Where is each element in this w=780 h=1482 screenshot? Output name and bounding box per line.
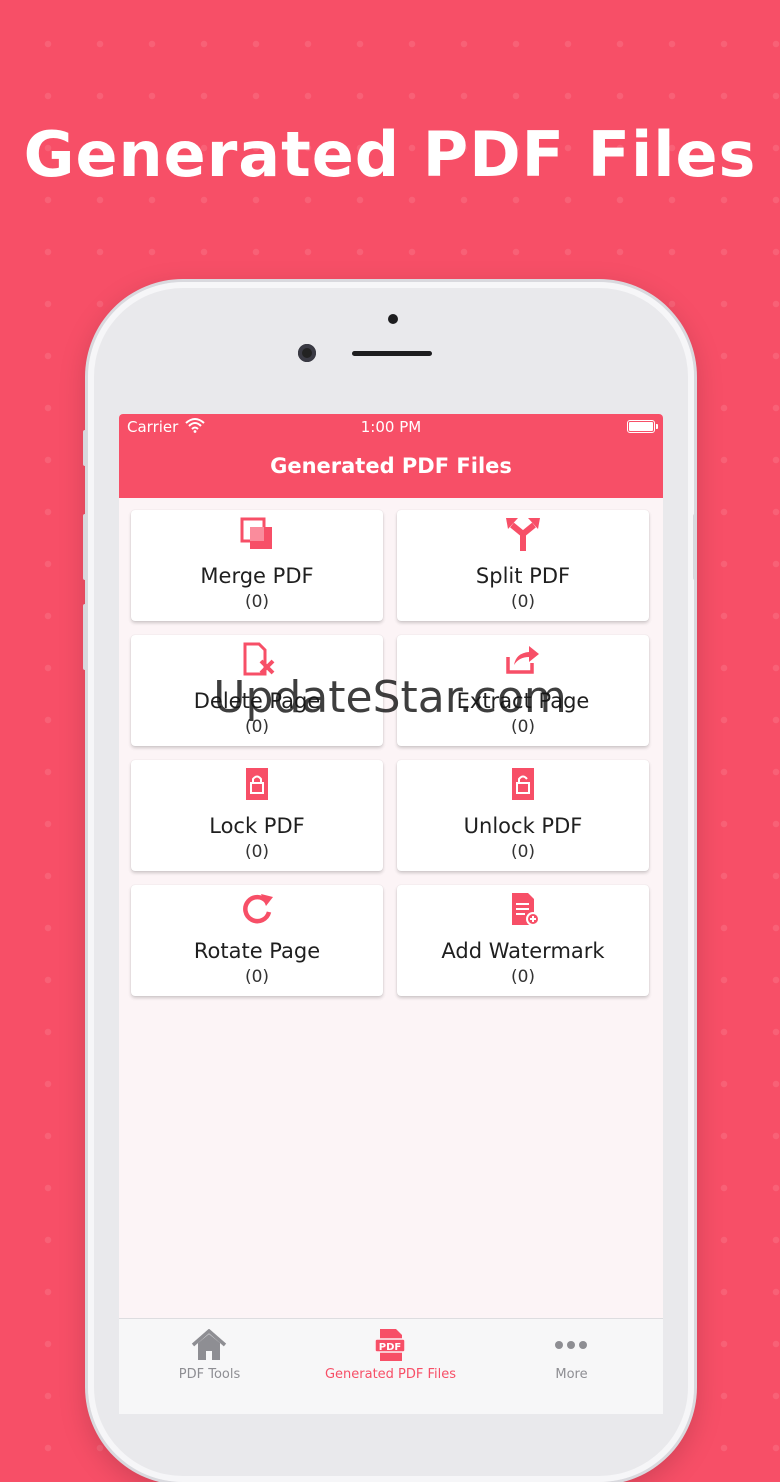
tile-label: Extract Page bbox=[456, 689, 590, 713]
pdf-icon: PDF bbox=[374, 1329, 406, 1361]
tile-count: (0) bbox=[510, 592, 536, 612]
tile-count: (0) bbox=[244, 842, 270, 862]
watermark-icon bbox=[512, 893, 540, 926]
earpiece-speaker bbox=[352, 351, 432, 356]
tile-label: Lock PDF bbox=[209, 814, 305, 838]
lock-icon bbox=[246, 768, 268, 800]
battery-icon bbox=[627, 420, 658, 433]
tile-split-pdf[interactable]: Split PDF (0) bbox=[397, 510, 649, 621]
more-icon bbox=[555, 1341, 587, 1349]
split-icon bbox=[506, 518, 540, 551]
tile-count: (0) bbox=[510, 842, 536, 862]
tab-pdf-tools[interactable]: PDF Tools bbox=[119, 1319, 300, 1389]
tile-lock-pdf[interactable]: Lock PDF (0) bbox=[131, 760, 383, 871]
tile-count: (0) bbox=[244, 967, 270, 987]
tile-rotate-page[interactable]: Rotate Page (0) bbox=[131, 885, 383, 996]
tab-label: Generated PDF Files bbox=[324, 1367, 457, 1382]
tab-label: PDF Tools bbox=[178, 1367, 241, 1382]
tile-count: (0) bbox=[510, 717, 536, 737]
tile-merge-pdf[interactable]: Merge PDF (0) bbox=[131, 510, 383, 621]
rotate-icon bbox=[243, 894, 273, 924]
tile-unlock-pdf[interactable]: Unlock PDF (0) bbox=[397, 760, 649, 871]
tile-label: Merge PDF bbox=[200, 564, 314, 588]
tile-label: Split PDF bbox=[475, 564, 571, 588]
tile-count: (0) bbox=[244, 717, 270, 737]
tab-generated-pdf-files[interactable]: PDF Generated PDF Files bbox=[300, 1319, 481, 1389]
tile-extract-page[interactable]: Extract Page (0) bbox=[397, 635, 649, 746]
tile-add-watermark[interactable]: Add Watermark (0) bbox=[397, 885, 649, 996]
proximity-sensor bbox=[388, 314, 398, 324]
delete-page-icon bbox=[243, 642, 275, 676]
promo-headline: Generated PDF Files bbox=[23, 118, 757, 191]
tile-label: Delete Page bbox=[193, 689, 321, 713]
tab-bar: PDF Tools PDF Generated PDF Files More bbox=[119, 1318, 663, 1414]
tile-label: Rotate Page bbox=[193, 939, 321, 963]
tile-label: Add Watermark bbox=[441, 939, 605, 963]
status-bar: Carrier 1:00 PM bbox=[119, 414, 663, 444]
app-screen: Carrier 1:00 PM Generated PDF Files Merg… bbox=[119, 414, 663, 1414]
unlock-icon bbox=[512, 768, 534, 800]
power-button bbox=[693, 514, 697, 580]
volume-down-button bbox=[83, 604, 87, 670]
tab-more[interactable]: More bbox=[481, 1319, 662, 1389]
nav-title: Generated PDF Files bbox=[270, 454, 512, 478]
tile-label: Unlock PDF bbox=[463, 814, 583, 838]
navigation-bar: Carrier 1:00 PM Generated PDF Files bbox=[119, 414, 663, 498]
pdf-icon-text: PDF bbox=[379, 1342, 401, 1353]
extract-page-icon bbox=[506, 646, 539, 674]
phone-frame: Carrier 1:00 PM Generated PDF Files Merg… bbox=[83, 282, 697, 1482]
merge-icon bbox=[240, 517, 272, 549]
front-camera bbox=[298, 344, 316, 362]
mute-switch bbox=[83, 430, 87, 466]
tab-label: More bbox=[555, 1367, 588, 1382]
home-icon bbox=[191, 1329, 227, 1360]
tile-count: (0) bbox=[510, 967, 536, 987]
volume-up-button bbox=[83, 514, 87, 580]
tile-count: (0) bbox=[244, 592, 270, 612]
status-time: 1:00 PM bbox=[360, 418, 422, 436]
tile-delete-page[interactable]: Delete Page (0) bbox=[131, 635, 383, 746]
